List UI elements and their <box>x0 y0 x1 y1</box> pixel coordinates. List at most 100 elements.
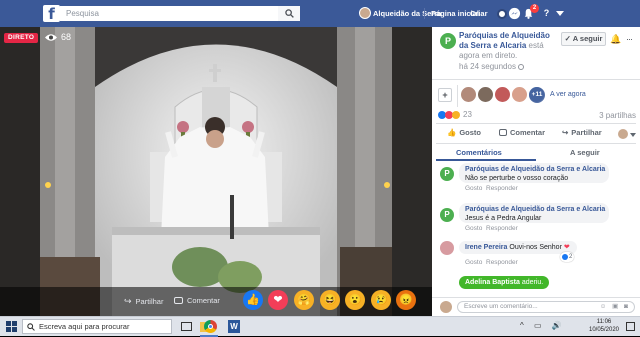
live-badge: DIRETO <box>4 33 39 43</box>
notification-count-badge: 2 <box>530 4 539 13</box>
bell-icon[interactable]: 🔔 <box>610 32 622 46</box>
comment-bubble: Paróquias de Alqueidão da Serra e Alcari… <box>459 203 609 223</box>
share-action-button[interactable]: ↪ Partilhar <box>562 128 602 137</box>
more-viewers-badge[interactable]: +11 <box>529 87 545 103</box>
like-reaction[interactable]: 👍 <box>243 290 263 310</box>
share-icon: ↪ <box>562 128 569 137</box>
windows-taskbar: Escreva aqui para procurar W ^ ▭ 🔊 11:06… <box>0 316 640 337</box>
angry-reaction[interactable]: 😠 <box>396 290 416 310</box>
comment-text: Ouvi-nos Senhor <box>509 244 562 251</box>
join-notice: Adelina Baptista aderiu. <box>459 276 550 289</box>
comment-author[interactable]: Irene Pereira <box>465 244 507 251</box>
like-action-label: Gosto <box>459 128 482 137</box>
viewer-avatar[interactable] <box>495 87 510 102</box>
reacting-as-chevron-icon[interactable] <box>630 133 636 137</box>
comment-reply-link[interactable]: Responder <box>486 259 518 266</box>
comment-reply-link[interactable]: Responder <box>486 185 518 192</box>
comment-like-link[interactable]: Gosto <box>465 185 482 192</box>
facebook-logo-icon[interactable]: f <box>43 5 60 22</box>
comment-author[interactable]: Paróquias de Alqueidão da Serra e Alcari… <box>465 165 605 174</box>
comment-video-button[interactable]: Comentar <box>174 296 220 305</box>
shares-count[interactable]: 3 partilhas <box>599 111 636 120</box>
like-action-button[interactable]: 👍 Gosto <box>447 128 481 137</box>
search-input[interactable]: Pesquisa <box>60 6 300 21</box>
comment-bubble: Paróquias de Alqueidão da Serra e Alcari… <box>459 163 609 183</box>
live-video-frame <box>0 27 432 316</box>
search-button[interactable] <box>278 6 300 21</box>
viewer-avatar[interactable] <box>478 87 493 102</box>
word-icon[interactable]: W <box>228 320 240 333</box>
sad-reaction[interactable]: 😢 <box>371 290 391 310</box>
live-video-player[interactable] <box>0 27 432 316</box>
taskbar-clock[interactable]: 11:06 10/05/2020 <box>584 318 624 334</box>
like-small-icon <box>562 254 568 260</box>
help-icon[interactable]: ? <box>540 7 553 20</box>
post-header: Paróquias de Alqueidão da Serra e Alcari… <box>459 31 559 61</box>
page-avatar[interactable]: P <box>440 33 456 49</box>
comment-like-link[interactable]: Gosto <box>465 259 482 266</box>
comment-bubble: Irene Pereira Ouvi-nos Senhor ❤ <box>459 241 577 254</box>
heart-emoji-icon: ❤ <box>563 244 570 251</box>
tab-comments[interactable]: Comentários <box>456 148 502 157</box>
system-tray-icons[interactable]: ^ ▭ 🔊 <box>520 321 566 330</box>
comment-author-avatar[interactable]: P <box>440 208 454 222</box>
comment-icon <box>499 129 507 136</box>
action-center-icon[interactable] <box>626 322 635 331</box>
comment-author[interactable]: Paróquias de Alqueidão da Serra e Alcari… <box>465 205 605 214</box>
eye-icon <box>45 33 57 41</box>
profile-avatar[interactable] <box>359 7 371 19</box>
globe-icon <box>517 63 524 70</box>
facebook-top-bar: f Pesquisa Alqueidão da Serra Página ini… <box>0 0 640 27</box>
comment-reaction-badge[interactable]: 2 <box>560 252 575 262</box>
taskbar-date: 10/05/2020 <box>588 327 620 333</box>
comment-input[interactable]: Escreve um comentário... ☺ ▣ ◙ <box>457 301 635 313</box>
comment-reply-link[interactable]: Responder <box>486 225 518 232</box>
viewer-avatar[interactable] <box>461 87 476 102</box>
join-notice-name[interactable]: Adelina Baptista <box>465 279 520 286</box>
divider <box>432 297 640 298</box>
comment-video-label: Comentar <box>187 296 220 305</box>
viewer-counter: 68 <box>44 32 71 42</box>
divider <box>432 79 640 80</box>
comment-like-link[interactable]: Gosto <box>465 225 482 232</box>
taskbar-search[interactable]: Escreva aqui para procurar <box>22 319 172 334</box>
windows-start-icon[interactable] <box>6 321 17 332</box>
taskbar-search-placeholder: Escreva aqui para procurar <box>39 322 130 331</box>
share-video-button[interactable]: ↪ Partilhar <box>124 296 163 307</box>
follow-button[interactable]: ✓ A seguir <box>561 32 606 46</box>
wow-reaction[interactable]: 😮 <box>345 290 365 310</box>
invite-friends-icon[interactable]: + <box>438 88 452 102</box>
watching-now-label: A ver agora <box>550 91 586 98</box>
composer-avatar <box>440 301 452 313</box>
taskbar-search-icon <box>27 322 35 331</box>
comment-author-avatar[interactable]: P <box>440 167 454 181</box>
friend-requests-icon[interactable] <box>497 9 507 19</box>
haha-reaction[interactable]: 😆 <box>320 290 340 310</box>
messenger-icon[interactable] <box>508 7 521 20</box>
viewer-avatar[interactable] <box>512 87 527 102</box>
care-summary-icon <box>452 110 460 119</box>
reaction-summary[interactable]: 23 <box>438 110 472 119</box>
post-timestamp[interactable]: há 24 segundos <box>459 62 524 71</box>
tab-following[interactable]: A seguir <box>570 148 600 157</box>
reacting-as-avatar[interactable] <box>618 129 628 139</box>
comment-author-avatar[interactable] <box>440 241 454 255</box>
comment-action-button[interactable]: Comentar <box>499 128 545 137</box>
account-menu-chevron-icon[interactable] <box>556 11 564 16</box>
care-reaction[interactable]: 🤗 <box>294 290 314 310</box>
love-reaction[interactable]: ❤ <box>268 290 288 310</box>
video-controls-bar: ↪ Partilhar Comentar <box>0 287 432 316</box>
search-icon <box>284 9 294 18</box>
thumbs-up-icon: 👍 <box>447 128 457 137</box>
create-link[interactable]: Criar <box>470 0 488 27</box>
join-notice-text: aderiu. <box>521 279 544 286</box>
divider <box>457 85 458 107</box>
task-view-icon[interactable] <box>181 322 192 331</box>
divider <box>436 143 636 144</box>
chrome-icon[interactable] <box>204 320 217 333</box>
comment-input-placeholder: Escreve um comentário... <box>464 303 538 310</box>
share-video-label: Partilhar <box>135 297 164 306</box>
viewer-count: 68 <box>61 32 72 42</box>
divider <box>436 123 636 124</box>
more-options-icon[interactable]: ··· <box>623 32 635 46</box>
